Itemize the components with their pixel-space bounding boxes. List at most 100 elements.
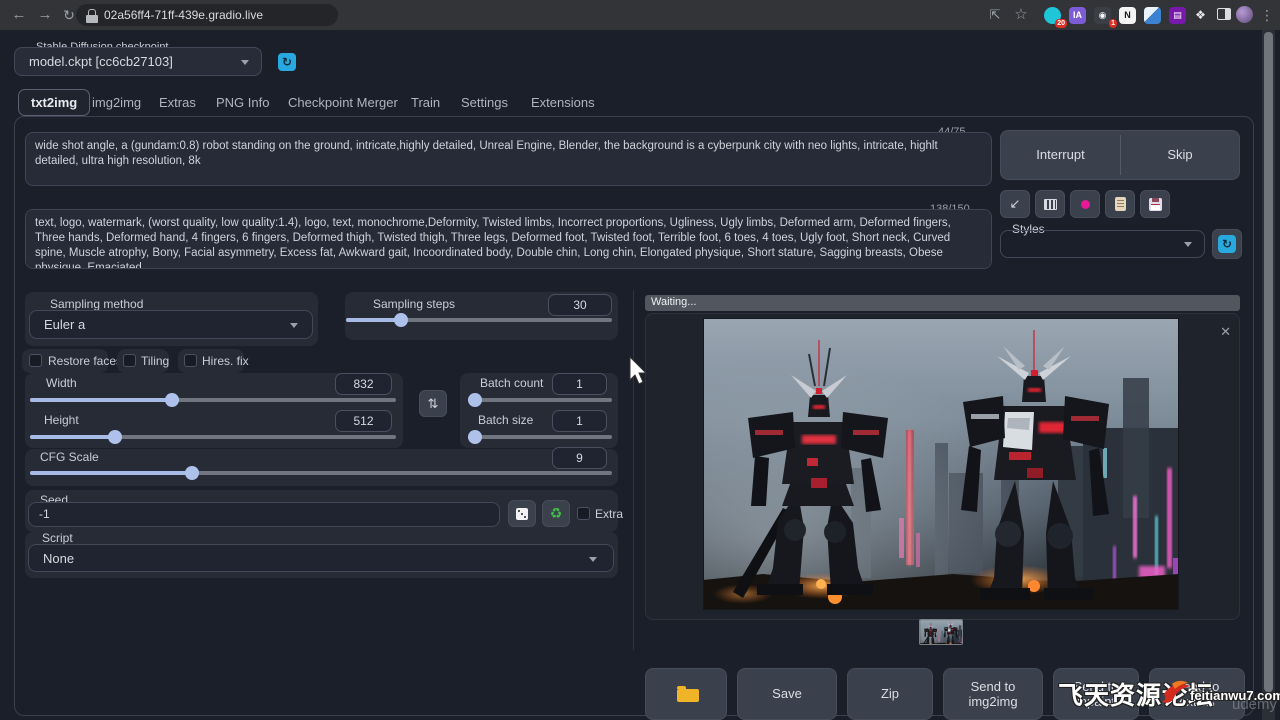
- tab-txt2img[interactable]: txt2img: [18, 89, 90, 116]
- swap-dimensions-button[interactable]: ⇅: [419, 390, 447, 417]
- chevron-down-icon: [589, 557, 597, 562]
- share-icon[interactable]: ⇱: [984, 0, 1006, 30]
- tab-png-info[interactable]: PNG Info: [216, 90, 269, 116]
- skip-button[interactable]: Skip: [1121, 131, 1239, 179]
- slider-thumb[interactable]: [185, 466, 199, 480]
- tab-extensions[interactable]: Extensions: [531, 90, 595, 116]
- generated-image[interactable]: [703, 318, 1179, 610]
- tab-settings[interactable]: Settings: [461, 90, 508, 116]
- address-bar[interactable]: 02a56ff4-71ff-439e.gradio.live: [76, 4, 338, 26]
- batch-size-slider[interactable]: [468, 435, 612, 439]
- negative-prompt-box[interactable]: text, logo, watermark, (worst quality, l…: [25, 209, 992, 269]
- kebab-menu-icon[interactable]: ⋮: [1256, 0, 1278, 30]
- swap-icon: ⇅: [428, 396, 439, 412]
- browser-toolbar: ← → ↻ 02a56ff4-71ff-439e.gradio.live ⇱ ☆…: [0, 0, 1280, 30]
- height-input[interactable]: 512: [335, 410, 392, 432]
- height-label: Height: [44, 413, 79, 427]
- restore-faces-checkbox[interactable]: [29, 354, 42, 367]
- back-icon[interactable]: ←: [8, 0, 30, 30]
- batch-size-input[interactable]: 1: [552, 410, 607, 432]
- script-dropdown[interactable]: None: [28, 544, 614, 572]
- column-divider: [633, 290, 634, 650]
- checkpoint-refresh-button[interactable]: ↻: [278, 53, 296, 71]
- batch-count-input[interactable]: 1: [552, 373, 607, 395]
- seed-input[interactable]: -1: [28, 502, 500, 527]
- floppy-icon: [1149, 198, 1162, 211]
- restore-faces-label: Restore faces: [48, 354, 122, 368]
- cfg-block: [25, 449, 618, 486]
- chevron-down-icon: [241, 60, 249, 65]
- send-to-img2img-button[interactable]: Send to img2img: [943, 668, 1043, 720]
- save-button[interactable]: Save: [737, 668, 837, 720]
- sampling-steps-slider[interactable]: [346, 318, 612, 322]
- ia-extension-icon[interactable]: IA: [1069, 7, 1086, 24]
- screenshot-root: ← → ↻ 02a56ff4-71ff-439e.gradio.live ⇱ ☆…: [0, 0, 1280, 720]
- scrollbar-track[interactable]: [1262, 30, 1275, 720]
- checkpoint-dropdown[interactable]: model.ckpt [cc6cb27103]: [14, 47, 262, 76]
- notion-extension-icon[interactable]: N: [1119, 7, 1136, 24]
- slider-thumb[interactable]: [394, 313, 408, 327]
- slider-thumb[interactable]: [165, 393, 179, 407]
- tab-img2img[interactable]: img2img: [92, 90, 141, 116]
- cfg-scale-label: CFG Scale: [40, 450, 99, 464]
- slider-thumb[interactable]: [468, 393, 482, 407]
- progress-text: Waiting...: [651, 296, 696, 308]
- close-icon[interactable]: ✕: [1220, 324, 1231, 340]
- height-slider[interactable]: [30, 435, 396, 439]
- prompt-input[interactable]: wide shot angle, a (gundam:0.8) robot st…: [25, 132, 992, 186]
- palette-icon: [1081, 200, 1090, 209]
- styles-refresh-button[interactable]: ↻: [1212, 229, 1242, 259]
- image-extension-icon[interactable]: [1144, 7, 1161, 24]
- reuse-seed-button[interactable]: ♻: [542, 500, 570, 527]
- progress-bar: Waiting...: [645, 295, 1240, 311]
- width-input[interactable]: 832: [335, 373, 392, 395]
- site-url: 02a56ff4-71ff-439e.gradio.live: [104, 8, 263, 22]
- cfg-scale-slider[interactable]: [30, 471, 612, 475]
- extra-seed-checkbox[interactable]: [577, 507, 590, 520]
- pin-extension-icon[interactable]: 20: [1044, 7, 1061, 24]
- negative-prompt-input[interactable]: text, logo, watermark, (worst quality, l…: [25, 209, 992, 269]
- tab-extras[interactable]: Extras: [159, 90, 196, 116]
- sampling-steps-label: Sampling steps: [373, 297, 455, 311]
- onenote-extension-icon[interactable]: ▤: [1169, 7, 1186, 24]
- dice-icon: [516, 508, 528, 520]
- random-seed-button[interactable]: [508, 500, 536, 527]
- width-slider[interactable]: [30, 398, 396, 402]
- paste-params-button[interactable]: ↙: [1000, 190, 1030, 218]
- camera-extension-icon[interactable]: ◉ 1: [1094, 7, 1111, 24]
- tiling-label: Tiling: [141, 354, 169, 368]
- script-label: Script: [42, 531, 73, 545]
- prompt-box[interactable]: wide shot angle, a (gundam:0.8) robot st…: [25, 132, 992, 186]
- profile-avatar[interactable]: [1236, 6, 1253, 23]
- hires-fix-checkbox[interactable]: [184, 354, 197, 367]
- batch-count-slider[interactable]: [468, 398, 612, 402]
- tiling-checkbox[interactable]: [123, 354, 136, 367]
- bookmark-star-icon[interactable]: ☆: [1010, 0, 1032, 30]
- trash-icon: [1044, 199, 1057, 210]
- recycle-icon: ♻: [550, 505, 563, 522]
- styles-dropdown[interactable]: [1000, 230, 1205, 258]
- cfg-scale-input[interactable]: 9: [552, 447, 607, 469]
- camera-extension-badge: 1: [1109, 19, 1117, 28]
- slider-thumb[interactable]: [468, 430, 482, 444]
- slider-thumb[interactable]: [108, 430, 122, 444]
- sidepanel-icon[interactable]: [1217, 8, 1231, 20]
- extra-networks-button[interactable]: [1070, 190, 1100, 218]
- extensions-puzzle-icon[interactable]: ❖: [1192, 7, 1209, 24]
- clear-prompt-button[interactable]: [1035, 190, 1065, 218]
- sampling-steps-input[interactable]: 30: [548, 294, 612, 316]
- apply-style-button[interactable]: [1105, 190, 1135, 218]
- sampling-method-dropdown[interactable]: Euler a: [29, 310, 313, 339]
- open-folder-button[interactable]: [645, 668, 727, 720]
- interrupt-button[interactable]: Interrupt: [1001, 131, 1120, 179]
- tab-checkpoint-merger[interactable]: Checkpoint Merger: [288, 90, 398, 116]
- save-style-button[interactable]: [1140, 190, 1170, 218]
- scrollbar-thumb[interactable]: [1264, 32, 1273, 692]
- zip-button[interactable]: Zip: [847, 668, 933, 720]
- gallery-thumbnail[interactable]: [919, 619, 963, 645]
- pin-extension-badge: 20: [1055, 19, 1067, 28]
- forward-icon[interactable]: →: [34, 0, 56, 30]
- folder-icon: [677, 689, 699, 702]
- tab-train[interactable]: Train: [411, 90, 440, 116]
- extra-seed-label: Extra: [595, 507, 623, 521]
